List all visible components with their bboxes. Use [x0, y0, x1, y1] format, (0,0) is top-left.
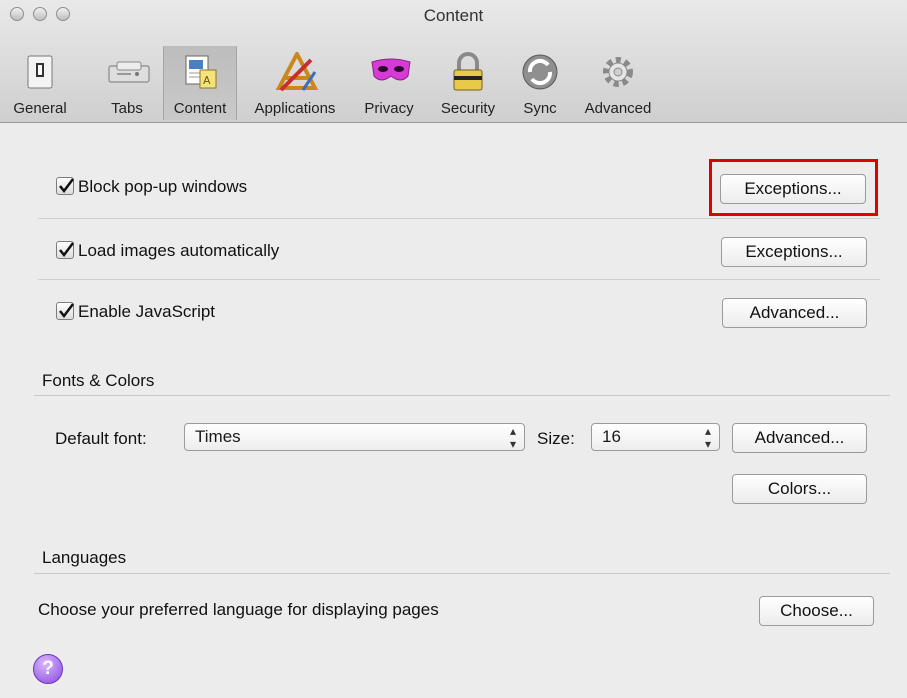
enable-javascript-checkbox[interactable] — [56, 302, 74, 320]
gear-icon — [598, 52, 638, 92]
block-popups-label: Block pop-up windows — [78, 177, 248, 196]
help-button[interactable]: ? — [33, 654, 63, 684]
checkmark-icon — [59, 242, 74, 258]
stepper-arrows-icon: ▴ ▾ — [704, 424, 711, 451]
tab-privacy[interactable]: Privacy — [356, 46, 422, 120]
tab-tabs[interactable]: Tabs — [92, 46, 162, 120]
javascript-advanced-button[interactable]: Advanced... — [722, 298, 867, 328]
size-label: Size: — [537, 429, 575, 448]
tab-content[interactable]: A Content — [163, 46, 237, 120]
languages-heading: Languages — [42, 548, 127, 567]
tab-sync[interactable]: Sync — [512, 46, 568, 120]
padlock-icon — [448, 52, 488, 92]
svg-text:A: A — [203, 74, 211, 87]
highlight-box — [709, 159, 878, 216]
font-size-select[interactable]: 16 ▴ ▾ — [591, 423, 720, 451]
stepper-arrows-icon: ▴ ▾ — [509, 424, 516, 451]
default-font-label: Default font: — [55, 429, 147, 448]
load-images-checkbox[interactable] — [56, 241, 74, 259]
tab-advanced[interactable]: Advanced — [575, 46, 661, 120]
window-title: Content — [423, 6, 484, 25]
load-images-label: Load images automatically — [78, 241, 280, 260]
font-size-value: 16 — [602, 427, 621, 446]
images-exceptions-button[interactable]: Exceptions... — [721, 237, 867, 267]
section-divider — [34, 395, 890, 396]
fonts-advanced-button[interactable]: Advanced... — [732, 423, 867, 453]
applications-icon — [275, 49, 319, 92]
enable-javascript-label: Enable JavaScript — [78, 302, 216, 321]
tab-applications[interactable]: Applications — [240, 46, 350, 120]
tabs-icon — [107, 52, 150, 92]
language-description: Choose your preferred language for displ… — [38, 600, 439, 619]
block-popups-checkbox[interactable] — [56, 177, 74, 195]
section-divider — [34, 573, 890, 574]
tab-general[interactable]: General — [0, 46, 80, 120]
default-font-value: Times — [195, 427, 241, 446]
checkmark-icon — [59, 303, 74, 319]
row-divider — [38, 218, 880, 219]
help-icon: ? — [42, 658, 54, 679]
row-divider — [38, 279, 880, 280]
mask-icon — [369, 52, 411, 92]
tab-security[interactable]: Security — [428, 46, 508, 120]
sync-icon — [520, 52, 560, 92]
colors-button[interactable]: Colors... — [732, 474, 867, 504]
titlebar-toolbar: Content General Tabs A Content Applicati… — [0, 0, 907, 123]
checkmark-icon — [59, 178, 74, 194]
switch-icon — [20, 52, 60, 92]
choose-language-button[interactable]: Choose... — [759, 596, 874, 626]
content-icon: A — [180, 52, 220, 92]
preferences-window: Content General Tabs A Content Applicati… — [0, 0, 907, 698]
fonts-colors-heading: Fonts & Colors — [42, 371, 155, 390]
default-font-select[interactable]: Times ▴ ▾ — [184, 423, 525, 451]
